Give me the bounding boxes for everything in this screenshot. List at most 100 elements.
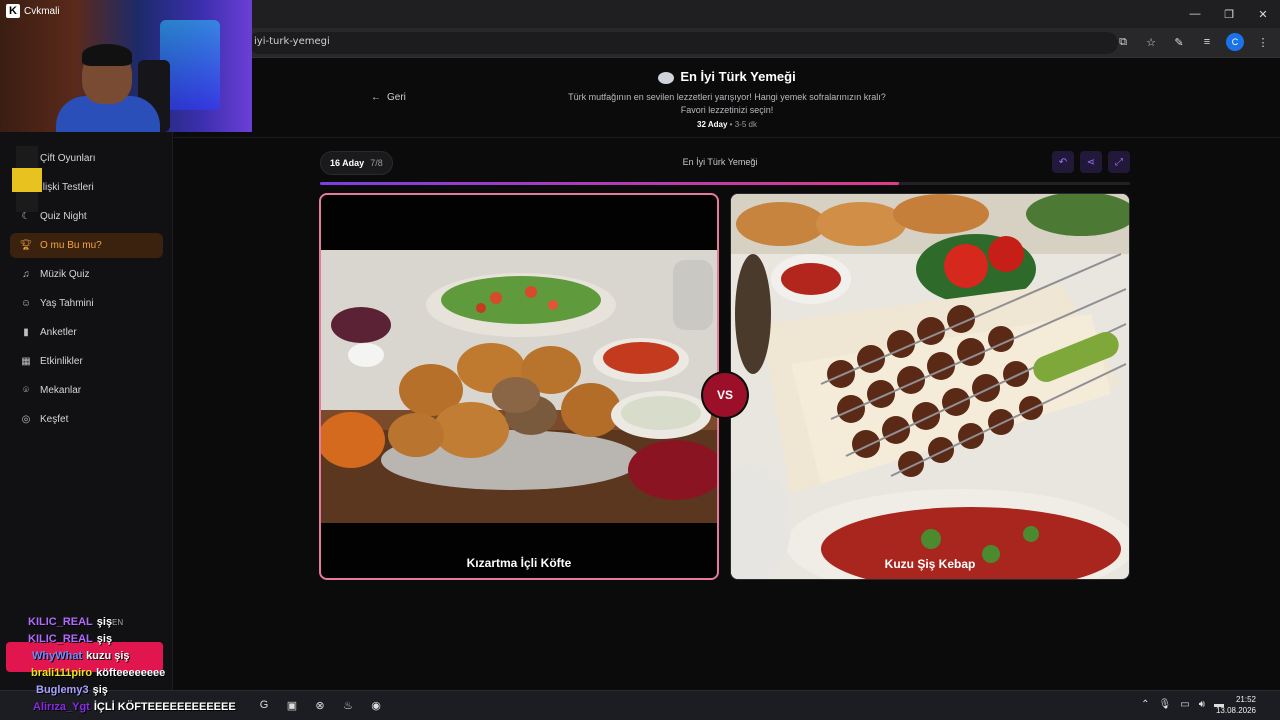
streamer-hair xyxy=(82,44,132,66)
sidebar-item-label: İlişki Testleri xyxy=(40,182,94,193)
share-icon[interactable]: ⋖ xyxy=(1080,151,1102,173)
profile-avatar[interactable]: C xyxy=(1226,33,1244,51)
users-icon: ☺ xyxy=(20,298,32,309)
kick-logo-icon: K xyxy=(6,4,20,18)
chat-text: köfteeeeeeee xyxy=(96,667,166,679)
minimize-icon[interactable]: — xyxy=(1178,0,1212,28)
sidebar-item-etkinlikler[interactable]: ▦ Etkinlikler xyxy=(10,349,163,374)
sidebar-item-label: Mekanlar xyxy=(40,385,82,396)
stream-chat-overlay: KILIC_REAL şiş KILIC_REAL şiş WhyWhat ku… xyxy=(6,614,256,720)
bookmark-star-icon[interactable]: ☆ xyxy=(1142,33,1160,51)
browser-tab[interactable]: K Cvkmali xyxy=(6,4,60,18)
sidebar-item-label: O mu Bu mu? xyxy=(40,240,102,251)
chat-username: WhyWhat xyxy=(32,650,83,662)
kuzu-sis-image xyxy=(731,194,1129,579)
volume-icon[interactable]: 🔊︎ xyxy=(1199,699,1205,710)
chat-text: kuzu şiş xyxy=(86,650,130,662)
fullscreen-icon[interactable]: ⤢ xyxy=(1108,151,1130,173)
icli-kofte-photo xyxy=(321,250,717,523)
webcam-overlay: K Cvkmali xyxy=(0,0,252,132)
subtitle-line-2: Favori lezzetinizi seçin! xyxy=(680,105,774,115)
sidebar-item-label: Quiz Night xyxy=(40,211,87,222)
restore-icon[interactable]: ❐ xyxy=(1212,0,1246,28)
logitech-icon[interactable]: G xyxy=(256,697,272,713)
sidebar-item-mekanlar[interactable]: ⌾ Mekanlar xyxy=(10,378,163,403)
round-actions: ↶ ⋖ ⤢ xyxy=(1052,151,1130,173)
tab-title: Cvkmali xyxy=(24,5,60,17)
round-title: En İyi Türk Yemeği xyxy=(682,157,758,167)
pixel-avatar-overlay xyxy=(6,146,46,212)
chat-message: Buglemy3 şiş xyxy=(36,684,108,696)
close-icon[interactable]: ✕ xyxy=(1246,0,1280,28)
taskbar-clock[interactable]: 21:52 13.08.2026 xyxy=(1216,694,1256,716)
page-title: En İyi Türk Yemeği xyxy=(680,69,796,84)
chat-message: WhyWhat kuzu şiş xyxy=(32,650,130,662)
chat-text: şiş xyxy=(96,616,113,628)
network-icon[interactable]: ▭ xyxy=(1180,699,1189,710)
choice-label-left: Kızartma İçli Köfte xyxy=(466,556,572,570)
chat-username: KILIC_REAL xyxy=(28,616,93,628)
chat-message: Alirıza_Ygt İÇLİ KÖFTEEEEEEEEEEEE xyxy=(33,701,236,713)
install-icon[interactable]: ⧉ xyxy=(1114,33,1132,51)
sidebar-item-label: Anketler xyxy=(40,327,77,338)
choice-card-right[interactable]: Kuzu Şiş Kebap xyxy=(730,193,1130,580)
window-controls: — ❐ ✕ xyxy=(1178,0,1280,28)
steam-icon[interactable]: ♨ xyxy=(340,697,356,713)
avatar-legs xyxy=(16,192,38,212)
url-text[interactable]: iyi-turk-yemegi xyxy=(254,36,330,47)
xbox-icon[interactable]: ⊗ xyxy=(312,697,328,713)
address-bar[interactable]: iyi-turk-yemegi xyxy=(248,32,1118,54)
clock-time: 21:52 xyxy=(1235,695,1256,704)
vs-badge: VS xyxy=(703,373,747,417)
main-content: ← Geri En İyi Türk Yemeği Türk mutfağını… xyxy=(174,58,1280,690)
chevron-up-icon[interactable]: ⌃ xyxy=(1141,699,1149,710)
chat-username: Alirıza_Ygt xyxy=(33,701,90,713)
sidebar-item-muzik-quiz[interactable]: ♫ Müzik Quiz xyxy=(10,262,163,287)
choice-card-left[interactable]: Kızartma İçli Köfte xyxy=(319,193,719,580)
page-header: ← Geri En İyi Türk Yemeği Türk mutfağını… xyxy=(174,58,1280,138)
sidebar-item-yas-tahmini[interactable]: ☺ Yaş Tahmini xyxy=(10,291,163,316)
undo-icon[interactable]: ↶ xyxy=(1052,151,1074,173)
round-progress-fill xyxy=(320,182,900,185)
choice-label-right: Kuzu Şiş Kebap xyxy=(884,557,976,571)
round-progress-text: 7/8 xyxy=(370,158,383,168)
map-pin-icon: ⌾ xyxy=(23,385,29,396)
toolbar-icons: ⧉ ☆ ✎ ≡ C ⋮ xyxy=(1114,33,1272,51)
minecraft-icon[interactable]: ▣ xyxy=(284,697,300,713)
round-bar: En İyi Türk Yemeği 16 Aday 7/8 ↶ ⋖ ⤢ xyxy=(320,151,1130,177)
system-tray: ⌃ 🎙︎ ▭ 🔊︎ ▬ xyxy=(1141,699,1224,710)
icli-kofte-image xyxy=(321,250,717,523)
calendar-icon: ▦ xyxy=(21,356,31,367)
chat-username: Buglemy3 xyxy=(36,684,89,696)
chat-message: brali111piro köfteeeeeeee xyxy=(31,667,165,679)
round-pill: 16 Aday 7/8 xyxy=(320,151,393,175)
avatar-body xyxy=(12,168,42,192)
duration: 3-5 dk xyxy=(734,120,757,129)
menu-kebab-icon[interactable]: ⋮ xyxy=(1254,33,1272,51)
round-progress-bar xyxy=(320,182,1130,185)
subtitle-line-1: Türk mutfağının en sevilen lezzetleri ya… xyxy=(568,92,886,102)
mic-icon[interactable]: 🎙︎ xyxy=(1159,699,1172,710)
clock-date: 13.08.2026 xyxy=(1215,706,1256,715)
sidebar-item-o-mu-bu-mu[interactable]: 🏆︎ O mu Bu mu? xyxy=(10,233,163,258)
obs-icon[interactable]: ◉ xyxy=(368,697,384,713)
trophy-icon: 🏆︎ xyxy=(19,240,33,251)
sidebar-item-label: Keşfet xyxy=(40,414,69,425)
candidate-count: 32 Aday xyxy=(697,120,728,129)
extensions-icon[interactable]: ✎ xyxy=(1170,33,1188,51)
sidebar-item-anketler[interactable]: ▮ Anketler xyxy=(10,320,163,345)
bar-chart-icon: ▮ xyxy=(23,327,29,338)
chat-username: KILIC_REAL xyxy=(28,633,93,645)
chat-text: İÇLİ KÖFTEEEEEEEEEEEE xyxy=(93,701,236,713)
round-count: 16 Aday xyxy=(330,158,365,168)
chat-username: brali111piro xyxy=(31,667,93,679)
page-subtitle: Türk mutfağının en sevilen lezzetleri ya… xyxy=(174,91,1280,117)
headphones-icon: ♫ xyxy=(22,269,30,280)
compass-icon: ◎ xyxy=(21,414,31,425)
chat-message: KILIC_REAL şiş xyxy=(28,616,112,628)
chat-text: şiş xyxy=(92,684,108,696)
game-meta: 32 Aday • 3-5 dk xyxy=(174,120,1280,129)
sidebar-item-kesfet[interactable]: ◎ Keşfet xyxy=(10,407,163,432)
media-icon[interactable]: ≡ xyxy=(1198,33,1216,51)
plate-icon xyxy=(658,71,675,84)
